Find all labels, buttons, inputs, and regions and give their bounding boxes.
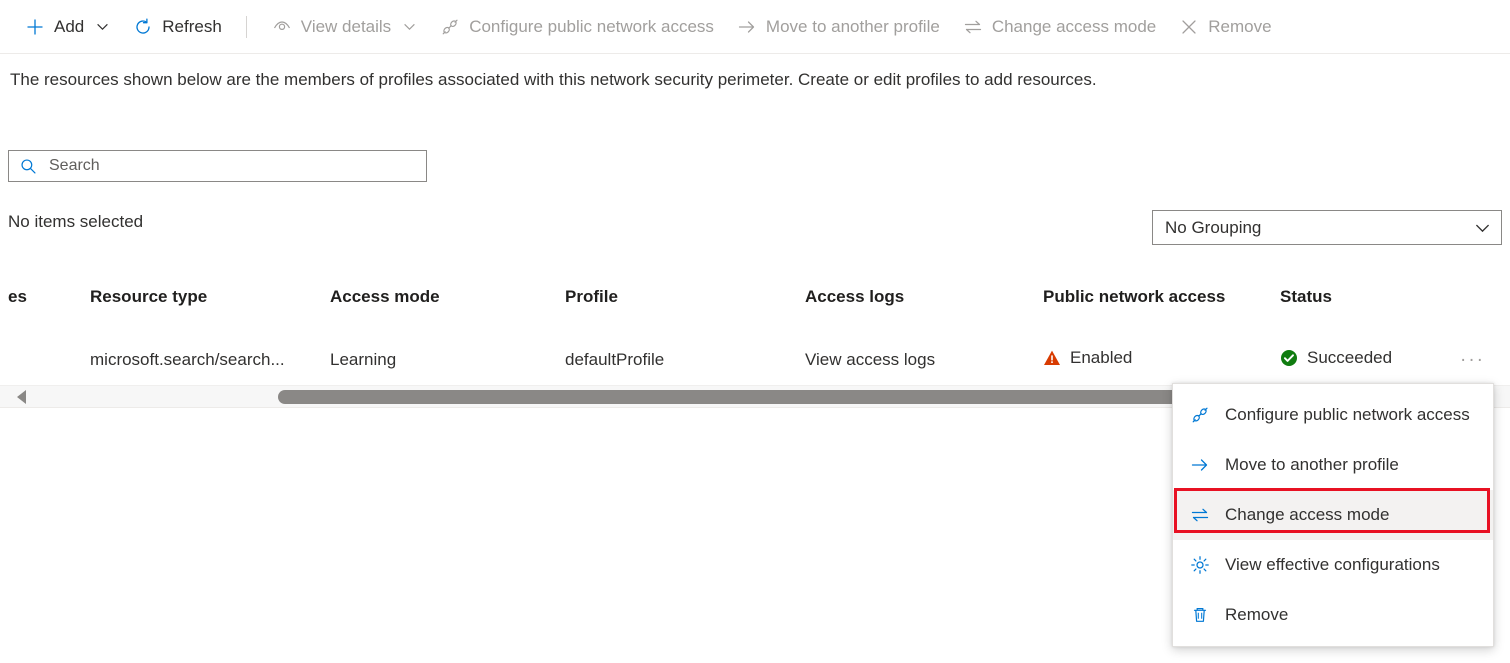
menu-item-move-to-another-profile[interactable]: Move to another profile xyxy=(1173,440,1493,490)
change-access-mode-label: Change access mode xyxy=(992,18,1156,35)
refresh-button-label: Refresh xyxy=(162,18,222,35)
eye-icon xyxy=(271,16,293,38)
arrow-right-icon xyxy=(736,16,758,38)
column-header-status[interactable]: Status xyxy=(1280,287,1332,307)
cell-resource-type: microsoft.search/search... xyxy=(90,350,285,370)
menu-item-remove[interactable]: Remove xyxy=(1173,590,1493,640)
warning-triangle-icon xyxy=(1043,349,1061,367)
column-header-access-logs[interactable]: Access logs xyxy=(805,287,904,307)
page-description: The resources shown below are the member… xyxy=(10,68,1097,92)
plug-icon xyxy=(439,16,461,38)
remove-label: Remove xyxy=(1208,18,1271,35)
chevron-down-icon[interactable] xyxy=(94,19,110,35)
refresh-icon xyxy=(132,16,154,38)
configure-public-network-access-button[interactable]: Configure public network access xyxy=(429,8,724,46)
move-to-another-profile-button[interactable]: Move to another profile xyxy=(726,8,950,46)
cell-profile: defaultProfile xyxy=(565,350,664,370)
trash-icon xyxy=(1189,604,1211,626)
close-x-icon xyxy=(1178,16,1200,38)
selection-status: No items selected xyxy=(8,212,143,232)
menu-item-label: Move to another profile xyxy=(1225,455,1399,475)
menu-item-label: Remove xyxy=(1225,605,1288,625)
caret-left-icon[interactable] xyxy=(17,390,26,404)
menu-item-label: Change access mode xyxy=(1225,505,1389,525)
column-header-resource-type[interactable]: Resource type xyxy=(90,287,207,307)
command-bar: Add Refresh View details xyxy=(0,0,1510,54)
table-header-row: es Resource type Access mode Profile Acc… xyxy=(0,278,1510,316)
change-access-mode-button[interactable]: Change access mode xyxy=(952,8,1166,46)
configure-public-network-access-label: Configure public network access xyxy=(469,18,714,35)
refresh-button[interactable]: Refresh xyxy=(122,8,232,46)
arrow-right-icon xyxy=(1189,454,1211,476)
view-access-logs-link[interactable]: View access logs xyxy=(805,350,935,370)
view-details-button[interactable]: View details xyxy=(261,8,427,46)
menu-item-view-effective-configurations[interactable]: View effective configurations xyxy=(1173,540,1493,590)
grouping-dropdown[interactable]: No Grouping xyxy=(1152,210,1502,245)
search-icon xyxy=(17,155,39,177)
plus-icon xyxy=(24,16,46,38)
status-badge: Succeeded xyxy=(1280,348,1392,372)
column-header-public-network-access[interactable]: Public network access xyxy=(1043,287,1225,307)
cell-access-mode: Learning xyxy=(330,350,396,370)
view-details-label: View details xyxy=(301,18,391,35)
search-box[interactable] xyxy=(8,150,427,182)
menu-item-label: Configure public network access xyxy=(1225,405,1470,425)
search-input[interactable] xyxy=(39,156,418,176)
status-value: Succeeded xyxy=(1307,348,1392,368)
column-header-profile[interactable]: Profile xyxy=(565,287,618,307)
menu-item-label: View effective configurations xyxy=(1225,555,1440,575)
chevron-down-icon[interactable] xyxy=(401,19,417,35)
gear-icon xyxy=(1189,554,1211,576)
table-row[interactable]: microsoft.search/search... Learning defa… xyxy=(0,338,1510,382)
plug-icon xyxy=(1189,404,1211,426)
resources-table: es Resource type Access mode Profile Acc… xyxy=(0,278,1510,316)
row-context-menu: Configure public network access Move to … xyxy=(1172,383,1494,647)
column-header-names[interactable]: es xyxy=(8,287,27,307)
cell-public-network-access: Enabled xyxy=(1043,348,1132,372)
swap-arrows-icon xyxy=(1189,504,1211,526)
add-button-label: Add xyxy=(54,18,84,35)
remove-button[interactable]: Remove xyxy=(1168,8,1281,46)
chevron-down-icon[interactable] xyxy=(1473,219,1491,237)
success-check-icon xyxy=(1280,349,1298,367)
toolbar-divider xyxy=(246,16,247,38)
add-button[interactable]: Add xyxy=(14,8,120,46)
swap-arrows-icon xyxy=(962,16,984,38)
move-to-another-profile-label: Move to another profile xyxy=(766,18,940,35)
resources-list-page: Add Refresh View details xyxy=(0,0,1510,663)
grouping-selected-value: No Grouping xyxy=(1165,218,1261,238)
menu-item-configure-public-network-access[interactable]: Configure public network access xyxy=(1173,390,1493,440)
menu-item-change-access-mode[interactable]: Change access mode xyxy=(1173,490,1493,540)
column-header-access-mode[interactable]: Access mode xyxy=(330,287,440,307)
public-network-access-value: Enabled xyxy=(1070,348,1132,368)
row-context-menu-button[interactable]: ··· xyxy=(1460,351,1485,370)
